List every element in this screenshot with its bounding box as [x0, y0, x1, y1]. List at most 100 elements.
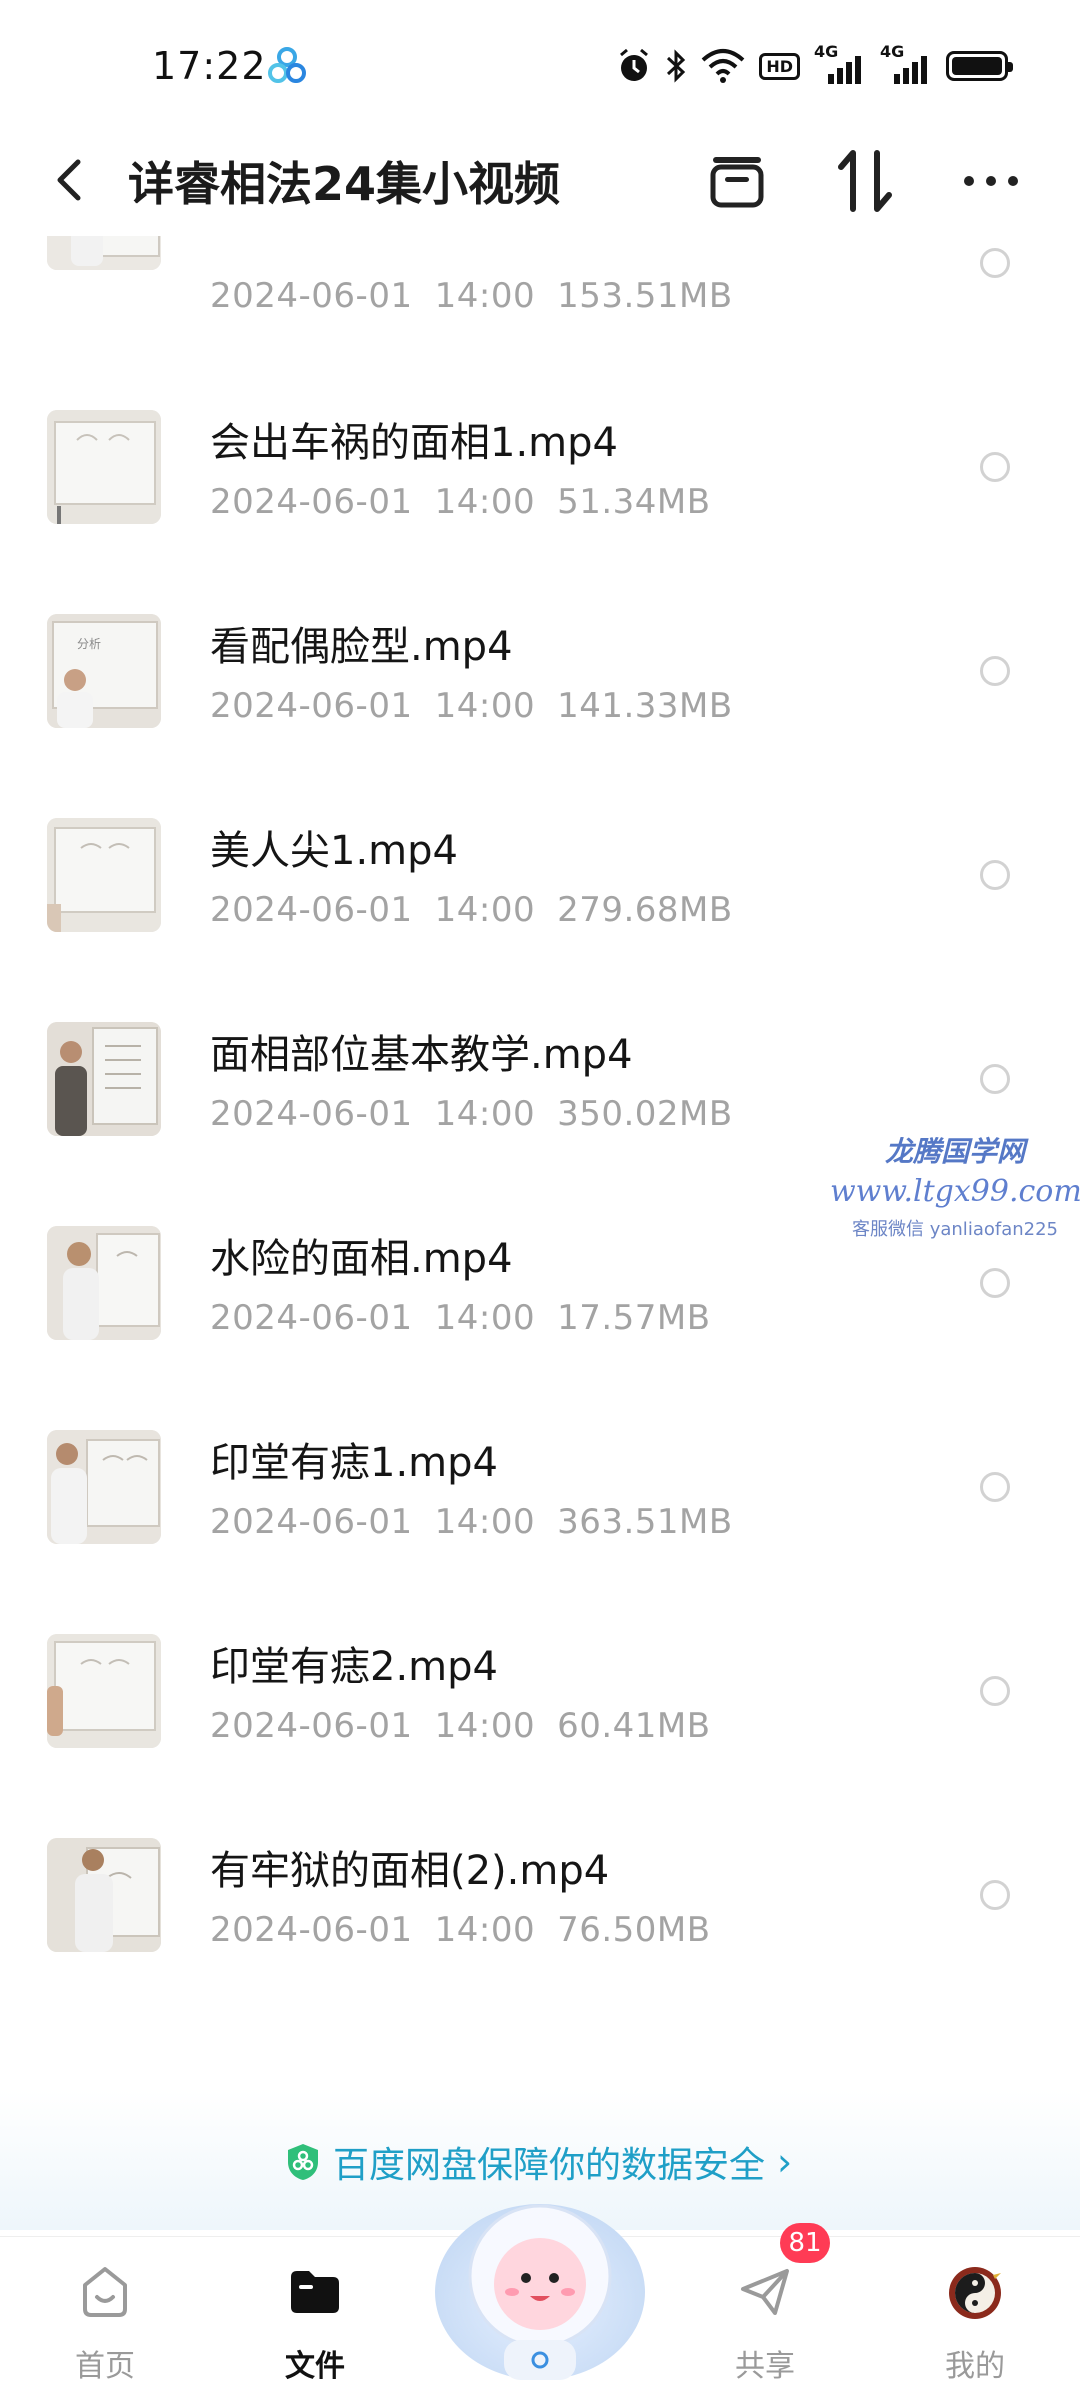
file-date: 2024-06-01 [210, 276, 413, 316]
back-button[interactable] [40, 150, 100, 210]
video-thumbnail [47, 1634, 161, 1748]
checkbox-list-icon [710, 157, 764, 208]
file-meta: 2024-06-01 14:00 279.68MB [210, 890, 733, 930]
top-chrome: 17:22 HD 4G 4G 详睿相法24集小视频 [0, 0, 1080, 236]
file-size: 363.51MB [557, 1502, 733, 1542]
nav-share[interactable]: 81 共享 [690, 2223, 840, 2400]
status-icons-top: HD 4G 4G [617, 42, 1013, 84]
more-button[interactable] [956, 146, 1026, 216]
select-radio[interactable] [980, 656, 1010, 686]
file-name: 美人尖1.mp4 [210, 828, 458, 874]
file-size: 76.50MB [557, 1910, 711, 1950]
screen: 17:22 [0, 0, 1080, 2400]
file-name: 面相部位基本教学.mp4 [210, 1032, 633, 1078]
file-size: 279.68MB [557, 890, 733, 930]
file-meta: 2024-06-01 14:00 153.51MB [210, 276, 733, 316]
nav-mine-label: 我的 [945, 2349, 1005, 2384]
paper-plane-icon [741, 2269, 789, 2315]
file-date: 2024-06-01 [210, 1910, 413, 1950]
file-size: 51.34MB [557, 482, 711, 522]
video-thumbnail [47, 1430, 161, 1544]
top-app-bar: 详睿相法24集小视频 [0, 130, 1080, 230]
select-radio[interactable] [980, 860, 1010, 890]
home-icon [83, 2267, 127, 2317]
file-row[interactable]: 印堂有痣2.mp4 2024-06-01 14:00 60.41MB [0, 1564, 1080, 1768]
nav-home-label: 首页 [75, 2349, 135, 2384]
select-radio[interactable] [980, 1268, 1010, 1298]
status-time-top: 17:22 [152, 44, 267, 88]
file-meta: 2024-06-01 14:00 363.51MB [210, 1502, 733, 1542]
file-row[interactable]: 会出车祸的面相1.mp4 2024-06-01 14:00 51.34MB [0, 340, 1080, 544]
file-meta: 2024-06-01 14:00 17.57MB [210, 1298, 711, 1338]
signal-2-icon: 4G [880, 42, 932, 84]
file-name: 看配偶脸型.mp4 [210, 624, 513, 670]
wifi-icon [701, 48, 745, 84]
shield-icon [288, 2144, 318, 2180]
file-meta: 2024-06-01 14:00 350.02MB [210, 1094, 733, 1134]
file-row[interactable]: 面相部位基本教学.mp4 2024-06-01 14:00 350.02MB [0, 952, 1080, 1156]
file-name: 水险的面相.mp4 [210, 1236, 513, 1282]
file-name: 印堂有痣2.mp4 [210, 1644, 498, 1690]
video-thumbnail [47, 1838, 161, 1952]
select-radio[interactable] [980, 248, 1010, 278]
file-size: 141.33MB [557, 686, 733, 726]
file-time: 14:00 [434, 1502, 536, 1542]
file-row[interactable]: 分析 看配偶脸型.mp4 2024-06-01 14:00 141.33MB [0, 544, 1080, 748]
file-date: 2024-06-01 [210, 1502, 413, 1542]
video-thumbnail [47, 818, 161, 932]
sort-icon [838, 150, 892, 212]
select-radio[interactable] [980, 1676, 1010, 1706]
file-size: 60.41MB [557, 1706, 711, 1746]
video-thumbnail: 分析 [47, 614, 161, 728]
file-row[interactable]: 水险的面相.mp4 2024-06-01 14:00 17.57MB [0, 1156, 1080, 1360]
file-name: 有牢狱的面相(2).mp4 [210, 1848, 610, 1894]
select-radio[interactable] [980, 1472, 1010, 1502]
file-row[interactable]: 印堂有痣1.mp4 2024-06-01 14:00 363.51MB [0, 1360, 1080, 1564]
file-row[interactable]: 有牢狱的面相(2).mp4 2024-06-01 14:00 76.50MB [0, 1768, 1080, 1972]
file-date: 2024-06-01 [210, 1094, 413, 1134]
file-time: 14:00 [434, 276, 536, 316]
file-time: 14:00 [434, 890, 536, 930]
select-radio[interactable] [980, 452, 1010, 482]
select-mode-button[interactable] [702, 146, 772, 216]
baidu-netdisk-icon [268, 47, 306, 83]
hd-label: HD [759, 52, 800, 80]
file-time: 14:00 [434, 1910, 536, 1950]
status-bar-top: 17:22 HD 4G 4G [0, 0, 1080, 130]
file-date: 2024-06-01 [210, 482, 413, 522]
select-radio[interactable] [980, 1064, 1010, 1094]
file-row[interactable]: 美人尖1.mp4 2024-06-01 14:00 279.68MB [0, 748, 1080, 952]
chevron-right-icon: › [777, 2140, 793, 2184]
nav-share-label: 共享 [735, 2349, 795, 2384]
nav-files[interactable]: 文件 [240, 2237, 390, 2400]
avatar-icon [949, 2267, 1001, 2319]
share-badge: 81 [780, 2223, 830, 2263]
file-time: 14:00 [434, 1094, 536, 1134]
mascot-button[interactable] [430, 2180, 650, 2390]
nav-files-label: 文件 [285, 2349, 345, 2384]
file-date: 2024-06-01 [210, 1706, 413, 1746]
file-time: 14:00 [434, 686, 536, 726]
video-thumbnail [47, 410, 161, 524]
file-meta: 2024-06-01 14:00 51.34MB [210, 482, 711, 522]
hd-icon: HD [759, 52, 800, 80]
alarm-icon [617, 48, 651, 84]
svg-text:分析: 分析 [77, 637, 101, 651]
file-date: 2024-06-01 [210, 1298, 413, 1338]
nav-mine[interactable]: 我的 [900, 2237, 1050, 2400]
sort-button[interactable] [830, 146, 900, 216]
nav-home[interactable]: 首页 [30, 2237, 180, 2400]
file-name: 会出车祸的面相1.mp4 [210, 420, 618, 466]
file-size: 153.51MB [557, 276, 733, 316]
video-thumbnail [47, 1022, 161, 1136]
file-date: 2024-06-01 [210, 890, 413, 930]
page-title: 详睿相法24集小视频 [128, 157, 561, 211]
select-radio[interactable] [980, 1880, 1010, 1910]
file-date: 2024-06-01 [210, 686, 413, 726]
chevron-left-icon [57, 159, 81, 201]
file-time: 14:00 [434, 1706, 536, 1746]
bluetooth-icon [665, 48, 687, 84]
battery-icon [946, 51, 1013, 81]
file-meta: 2024-06-01 14:00 60.41MB [210, 1706, 711, 1746]
file-time: 14:00 [434, 482, 536, 522]
